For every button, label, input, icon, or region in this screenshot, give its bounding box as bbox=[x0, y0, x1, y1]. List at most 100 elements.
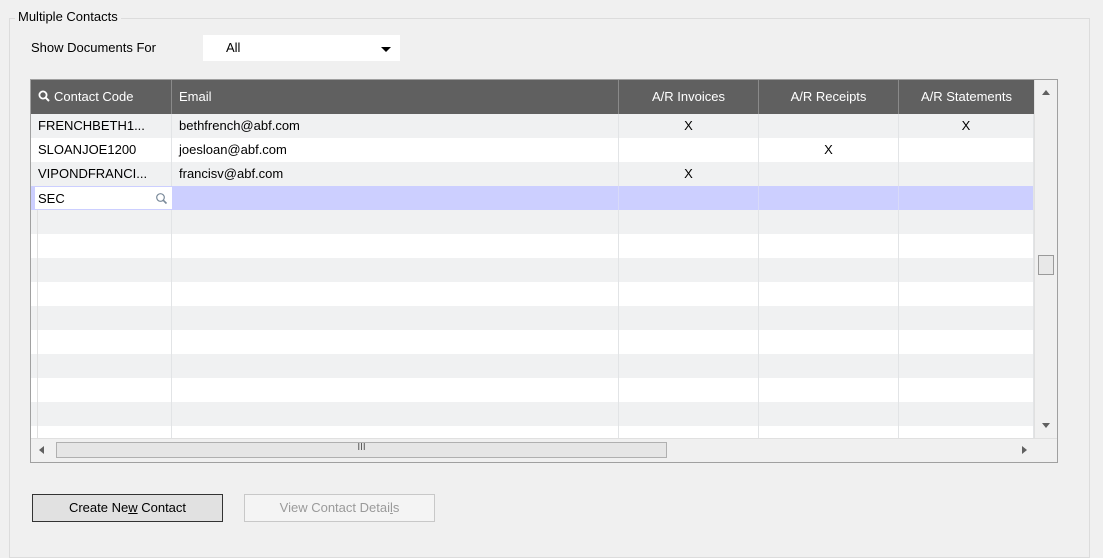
table-row-empty[interactable] bbox=[31, 402, 1034, 426]
empty-cell[interactable] bbox=[172, 258, 619, 282]
table-row-empty[interactable] bbox=[31, 330, 1034, 354]
empty-cell[interactable] bbox=[759, 402, 899, 426]
group-title: Multiple Contacts bbox=[15, 9, 121, 24]
table-row-empty[interactable] bbox=[31, 354, 1034, 378]
empty-cell[interactable] bbox=[31, 354, 172, 378]
empty-cell[interactable] bbox=[619, 210, 759, 234]
contact-code-cell[interactable]: FRENCHBETH1... bbox=[31, 114, 172, 138]
ar-invoices-cell[interactable] bbox=[619, 138, 759, 162]
contact-code-cell[interactable]: SLOANJOE1200 bbox=[31, 138, 172, 162]
email-cell[interactable] bbox=[172, 186, 619, 210]
empty-cell[interactable] bbox=[899, 282, 1034, 306]
ar-statements-cell[interactable] bbox=[899, 138, 1034, 162]
create-new-contact-button[interactable]: Create New Contact bbox=[32, 494, 223, 522]
column-header-contact-code[interactable]: Contact Code bbox=[31, 80, 172, 114]
scroll-down-arrow-icon[interactable] bbox=[1042, 423, 1050, 428]
ar-invoices-cell[interactable] bbox=[619, 186, 759, 210]
contacts-grid[interactable]: Contact Code Email A/R Invoices A/R Rece… bbox=[30, 79, 1058, 463]
empty-cell[interactable] bbox=[172, 330, 619, 354]
empty-cell[interactable] bbox=[31, 258, 172, 282]
column-header-label: Contact Code bbox=[54, 89, 134, 104]
empty-cell[interactable] bbox=[31, 306, 172, 330]
empty-cell[interactable] bbox=[759, 306, 899, 330]
empty-cell[interactable] bbox=[172, 354, 619, 378]
table-row-empty[interactable] bbox=[31, 258, 1034, 282]
empty-cell[interactable] bbox=[899, 402, 1034, 426]
column-header-ar-receipts[interactable]: A/R Receipts bbox=[759, 80, 899, 114]
empty-cell[interactable] bbox=[899, 234, 1034, 258]
empty-cell[interactable] bbox=[619, 330, 759, 354]
empty-cell[interactable] bbox=[31, 210, 172, 234]
column-header-ar-invoices[interactable]: A/R Invoices bbox=[619, 80, 759, 114]
search-icon[interactable] bbox=[155, 192, 168, 205]
empty-cell[interactable] bbox=[172, 282, 619, 306]
ar-statements-cell[interactable] bbox=[899, 162, 1034, 186]
empty-cell[interactable] bbox=[31, 378, 172, 402]
column-header-ar-statements[interactable]: A/R Statements bbox=[899, 80, 1034, 114]
ar-statements-cell[interactable]: X bbox=[899, 114, 1034, 138]
empty-cell[interactable] bbox=[899, 354, 1034, 378]
vertical-scrollbar[interactable] bbox=[1034, 80, 1057, 438]
chevron-down-icon[interactable] bbox=[381, 47, 391, 52]
ar-receipts-cell[interactable]: X bbox=[759, 138, 899, 162]
empty-cell[interactable] bbox=[31, 234, 172, 258]
ar-statements-cell[interactable] bbox=[899, 186, 1034, 210]
empty-cell[interactable] bbox=[619, 354, 759, 378]
show-documents-select[interactable]: All bbox=[203, 35, 400, 61]
empty-cell[interactable] bbox=[31, 330, 172, 354]
empty-cell[interactable] bbox=[619, 234, 759, 258]
empty-cell[interactable] bbox=[619, 282, 759, 306]
empty-cell[interactable] bbox=[172, 210, 619, 234]
ar-invoices-cell[interactable]: X bbox=[619, 162, 759, 186]
view-contact-details-button[interactable]: View Contact Details bbox=[244, 494, 435, 522]
table-row-empty[interactable] bbox=[31, 306, 1034, 330]
ar-receipts-cell[interactable] bbox=[759, 162, 899, 186]
table-row-editing[interactable]: SEC bbox=[31, 186, 1034, 210]
empty-cell[interactable] bbox=[172, 234, 619, 258]
scroll-left-arrow-icon[interactable] bbox=[39, 446, 44, 454]
empty-cell[interactable] bbox=[899, 210, 1034, 234]
empty-cell[interactable] bbox=[899, 378, 1034, 402]
contact-code-cell[interactable]: VIPONDFRANCI... bbox=[31, 162, 172, 186]
empty-cell[interactable] bbox=[619, 306, 759, 330]
empty-cell[interactable] bbox=[899, 330, 1034, 354]
empty-cell[interactable] bbox=[619, 378, 759, 402]
ar-receipts-cell[interactable] bbox=[759, 114, 899, 138]
search-icon[interactable] bbox=[38, 81, 50, 102]
empty-cell[interactable] bbox=[172, 402, 619, 426]
empty-cell[interactable] bbox=[759, 330, 899, 354]
empty-cell[interactable] bbox=[759, 234, 899, 258]
empty-cell[interactable] bbox=[31, 282, 172, 306]
horizontal-scroll-thumb[interactable]: III bbox=[56, 442, 667, 458]
column-header-email[interactable]: Email bbox=[172, 80, 619, 114]
table-row[interactable]: FRENCHBETH1... bethfrench@abf.com X X bbox=[31, 114, 1034, 138]
empty-cell[interactable] bbox=[172, 378, 619, 402]
vertical-scroll-thumb[interactable] bbox=[1038, 255, 1054, 275]
empty-cell[interactable] bbox=[759, 210, 899, 234]
empty-cell[interactable] bbox=[899, 258, 1034, 282]
scroll-up-arrow-icon[interactable] bbox=[1042, 90, 1050, 95]
table-row[interactable]: SLOANJOE1200 joesloan@abf.com X bbox=[31, 138, 1034, 162]
empty-cell[interactable] bbox=[759, 282, 899, 306]
email-cell[interactable]: bethfrench@abf.com bbox=[172, 114, 619, 138]
email-cell[interactable]: francisv@abf.com bbox=[172, 162, 619, 186]
empty-cell[interactable] bbox=[759, 378, 899, 402]
empty-cell[interactable] bbox=[619, 402, 759, 426]
contact-code-edit-input[interactable]: SEC bbox=[35, 187, 172, 209]
table-row-empty[interactable] bbox=[31, 378, 1034, 402]
table-row-empty[interactable] bbox=[31, 234, 1034, 258]
empty-cell[interactable] bbox=[899, 306, 1034, 330]
email-cell[interactable]: joesloan@abf.com bbox=[172, 138, 619, 162]
empty-cell[interactable] bbox=[759, 354, 899, 378]
table-row-empty[interactable] bbox=[31, 282, 1034, 306]
ar-invoices-cell[interactable]: X bbox=[619, 114, 759, 138]
table-row-empty[interactable] bbox=[31, 210, 1034, 234]
table-row[interactable]: VIPONDFRANCI... francisv@abf.com X bbox=[31, 162, 1034, 186]
ar-receipts-cell[interactable] bbox=[759, 186, 899, 210]
empty-cell[interactable] bbox=[31, 402, 172, 426]
horizontal-scrollbar[interactable]: III bbox=[31, 438, 1057, 462]
empty-cell[interactable] bbox=[172, 306, 619, 330]
empty-cell[interactable] bbox=[759, 258, 899, 282]
empty-cell[interactable] bbox=[619, 258, 759, 282]
scroll-right-arrow-icon[interactable] bbox=[1022, 446, 1027, 454]
